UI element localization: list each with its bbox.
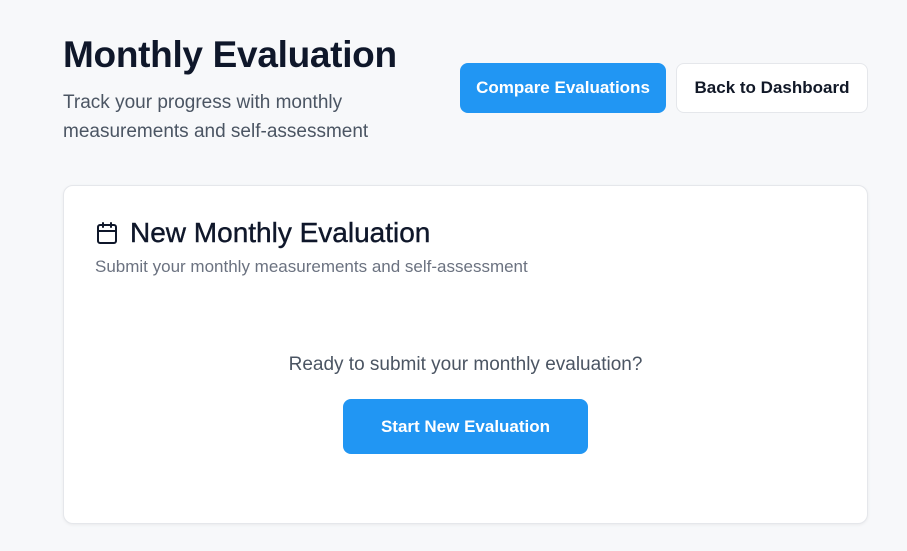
calendar-icon [95,221,119,245]
start-new-evaluation-button[interactable]: Start New Evaluation [343,399,588,454]
card-subtitle: Submit your monthly measurements and sel… [95,257,528,276]
card-title: New Monthly Evaluation [130,217,431,248]
new-evaluation-card: New Monthly Evaluation Submit your month… [63,185,868,524]
back-to-dashboard-button[interactable]: Back to Dashboard [676,63,868,113]
card-header: New Monthly Evaluation [95,216,431,250]
compare-evaluations-button[interactable]: Compare Evaluations [460,63,666,113]
page-subtitle: Track your progress with monthly measure… [63,92,369,142]
page-title: Monthly Evaluation [63,34,397,75]
submit-prompt: Ready to submit your monthly evaluation? [288,354,643,375]
